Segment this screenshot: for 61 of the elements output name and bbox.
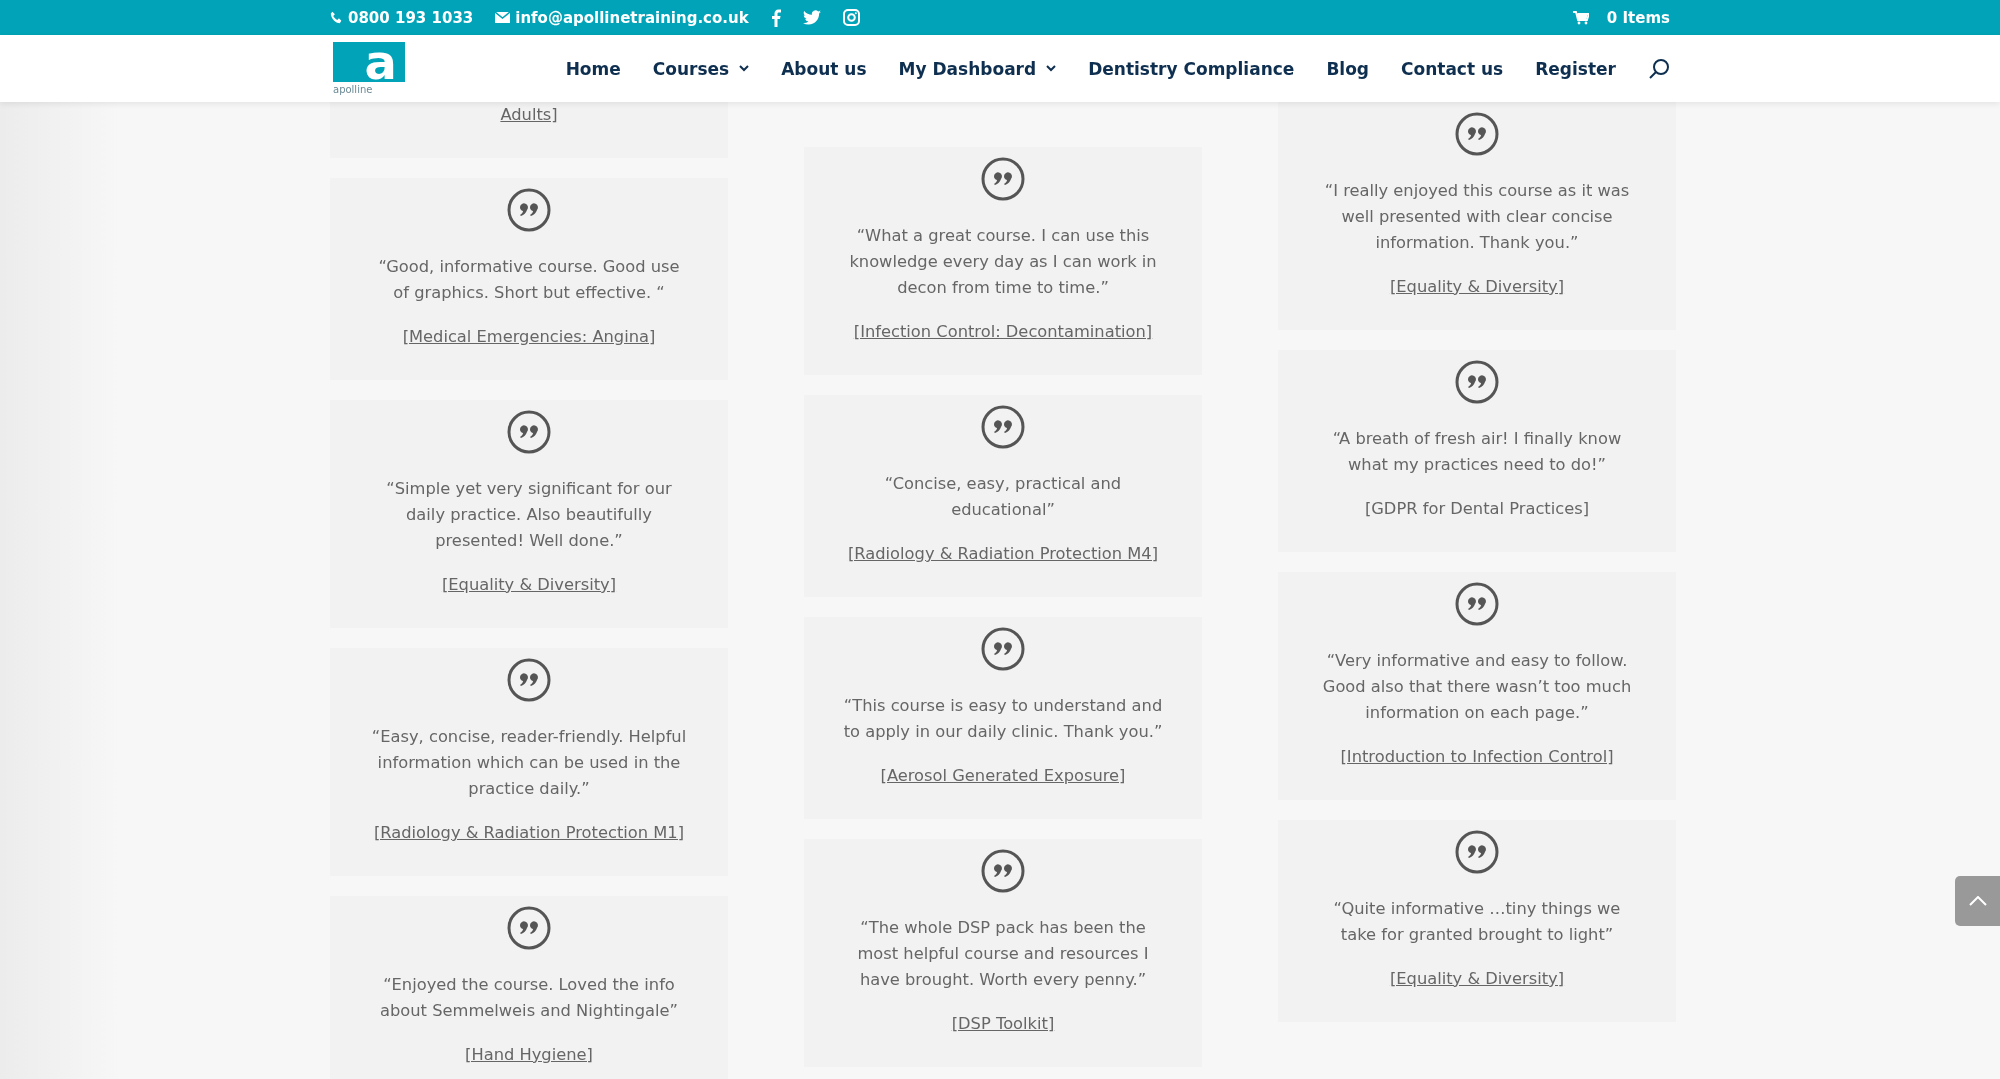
testimonial-quote: “Simple yet very significant for our daily practice. Also beautifully presented! Well done.” bbox=[385, 478, 673, 552]
quote-icon bbox=[1455, 830, 1499, 874]
back-to-top-button[interactable] bbox=[1955, 876, 2000, 926]
quote-icon bbox=[1455, 112, 1499, 156]
testimonial-quote: “Easy, concise, reader-friendly. Helpful information which can be used in the practice daily.” bbox=[370, 726, 688, 800]
testimonial-quote: “What a great course. I can use this knowledge every day as I can work in decon from time to time.” bbox=[848, 225, 1158, 299]
nav-item[interactable]: Dentistry Compliance bbox=[1088, 58, 1295, 79]
course-link[interactable]: [Hand Hygiene] bbox=[465, 1042, 593, 1068]
quote-icon bbox=[981, 849, 1025, 893]
course-link[interactable]: [Equality & Diversity] bbox=[441, 572, 617, 598]
logo-mark[interactable]: a bbox=[333, 42, 405, 82]
logo-name: apolline bbox=[333, 84, 374, 95]
course-link[interactable]: [Introduction to Infection Control] bbox=[1340, 744, 1614, 770]
quote-icon bbox=[507, 906, 551, 950]
testimonial-quote: “I really enjoyed this course as it was well presented with clear concise information. Thank you.” bbox=[1323, 180, 1631, 254]
nav-item[interactable]: Register bbox=[1535, 58, 1616, 79]
email-link[interactable]: info@apollinetraining.co.uk bbox=[515, 8, 749, 27]
testimonial-quote: “Quite informative …tiny things we take for granted brought to light” bbox=[1332, 898, 1622, 946]
course-link[interactable]: [Medical Emergencies: Angina] bbox=[402, 324, 656, 350]
envelope-icon bbox=[495, 12, 511, 23]
testimonial-quote: “Enjoyed the course. Loved the info about Semmelweis and Nightingale” bbox=[379, 974, 679, 1022]
course-link[interactable]: Adults] bbox=[500, 102, 558, 158]
course-link[interactable]: [Aerosol Generated Exposure] bbox=[880, 763, 1126, 789]
course-link[interactable]: [DSP Toolkit] bbox=[951, 1011, 1055, 1037]
quote-icon bbox=[507, 410, 551, 454]
course-link[interactable]: [Radiology & Radiation Protection M4] bbox=[847, 541, 1158, 567]
chevron-down-icon bbox=[739, 65, 750, 72]
testimonial-quote: “This course is easy to understand and to apply in our daily clinic. Thank you.” bbox=[842, 695, 1164, 743]
nav-item[interactable]: About us bbox=[781, 58, 867, 79]
testimonial-quote: “Very informative and easy to follow. Good also that there wasn’t too much information on each page.” bbox=[1321, 650, 1633, 724]
nav-item[interactable]: Blog bbox=[1326, 58, 1369, 79]
quote-icon bbox=[507, 188, 551, 232]
quote-icon bbox=[1455, 360, 1499, 404]
twitter-icon[interactable] bbox=[802, 10, 821, 25]
quote-icon bbox=[981, 157, 1025, 201]
nav-item[interactable]: Home bbox=[565, 58, 621, 79]
course-link[interactable]: [Infection Control: Decontamination] bbox=[853, 319, 1153, 345]
search-icon[interactable] bbox=[1648, 57, 1670, 80]
quote-icon bbox=[1455, 582, 1499, 626]
testimonial-quote: “Good, informative course. Good use of graphics. Short but effective. “ bbox=[377, 256, 681, 304]
course-link[interactable]: [Radiology & Radiation Protection M1] bbox=[373, 820, 684, 846]
cart-count[interactable]: 0 Items bbox=[1606, 8, 1670, 27]
nav-item[interactable]: Courses bbox=[652, 58, 750, 79]
phone-number[interactable]: 0800 193 1033 bbox=[348, 8, 474, 27]
course-link[interactable]: [Equality & Diversity] bbox=[1389, 966, 1565, 992]
testimonial-quote: “A breath of fresh air! I finally know what my practices need to do!” bbox=[1331, 428, 1623, 476]
quote-icon bbox=[981, 405, 1025, 449]
quote-icon bbox=[981, 627, 1025, 671]
course-name: [GDPR for Dental Practices] bbox=[1364, 498, 1590, 520]
quote-icon bbox=[507, 658, 551, 702]
nav-item[interactable]: My Dashboard bbox=[898, 58, 1057, 79]
nav-item[interactable]: Contact us bbox=[1401, 58, 1504, 79]
testimonial-quote: “The whole DSP pack has been the most helpful course and resources I have brought. Worth every penny.” bbox=[856, 917, 1150, 991]
testimonial-quote: “Concise, easy, practical and educational” bbox=[883, 473, 1123, 521]
chevron-down-icon bbox=[1046, 65, 1057, 72]
facebook-icon[interactable] bbox=[770, 8, 781, 27]
cart-icon[interactable] bbox=[1572, 10, 1589, 25]
course-link[interactable]: [Equality & Diversity] bbox=[1389, 274, 1565, 300]
chevron-up-icon bbox=[1968, 896, 1987, 906]
phone-icon bbox=[330, 11, 343, 24]
instagram-icon[interactable] bbox=[842, 9, 860, 26]
